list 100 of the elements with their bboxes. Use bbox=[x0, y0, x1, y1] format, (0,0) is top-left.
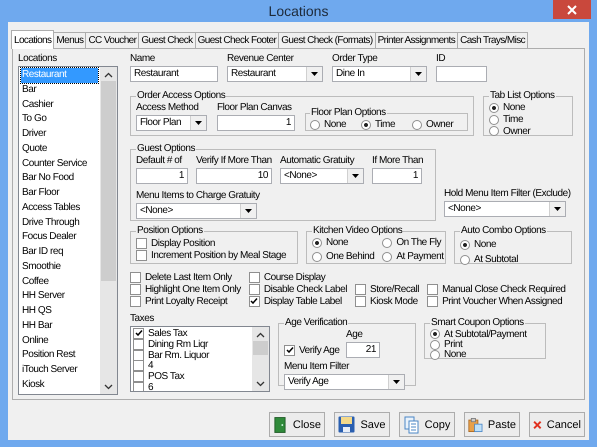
scroll-up-icon[interactable] bbox=[256, 332, 265, 338]
scroll-down-icon[interactable] bbox=[256, 381, 265, 388]
checkbox[interactable] bbox=[133, 328, 144, 339]
checkbox[interactable] bbox=[130, 272, 141, 284]
group-title: Position Options bbox=[136, 225, 204, 237]
checkbox-label: Bar Rm. Liquor bbox=[148, 350, 209, 361]
radio-label: None bbox=[324, 119, 346, 130]
radio-button[interactable] bbox=[489, 114, 499, 125]
close-icon bbox=[567, 4, 577, 14]
revenue-center-dropdown[interactable]: Restaurant bbox=[227, 66, 323, 82]
checkbox[interactable] bbox=[248, 284, 260, 296]
list-item[interactable]: Drive Through bbox=[21, 216, 98, 230]
copy-button[interactable]: Copy bbox=[399, 412, 455, 437]
radio-button[interactable] bbox=[430, 329, 440, 340]
list-item[interactable]: Access Tables bbox=[21, 200, 98, 216]
tab[interactable]: Guest Check (Formats) bbox=[278, 32, 376, 48]
checkbox-label: Delete Last Item Only bbox=[145, 272, 232, 284]
cancel-button[interactable]: Cancel bbox=[529, 412, 585, 437]
radio-button[interactable] bbox=[312, 238, 322, 248]
field-label: Revenue Center bbox=[227, 53, 295, 65]
scrollbar[interactable] bbox=[100, 67, 117, 394]
list-item[interactable]: To Go bbox=[21, 112, 98, 127]
list-item[interactable]: iTouch Server bbox=[21, 363, 98, 378]
order-type-dropdown[interactable]: Dine In bbox=[332, 66, 427, 82]
radio-button[interactable] bbox=[430, 350, 440, 360]
checkbox[interactable] bbox=[130, 284, 141, 296]
menu-items-dropdown[interactable]: <None> bbox=[136, 203, 257, 219]
checkbox-label: Increment Position by Meal Stage bbox=[151, 250, 286, 262]
list-item[interactable]: Bar bbox=[21, 82, 98, 98]
checkbox-label: 6 bbox=[148, 382, 154, 392]
scroll-up-icon[interactable] bbox=[104, 72, 113, 78]
access-method-dropdown[interactable]: Floor Plan bbox=[136, 115, 207, 131]
radio-button[interactable] bbox=[430, 340, 440, 350]
close-button[interactable] bbox=[553, 0, 591, 19]
default-count-field[interactable]: 1 bbox=[136, 168, 188, 184]
checkbox[interactable] bbox=[354, 296, 366, 307]
radio-button[interactable] bbox=[460, 240, 470, 250]
list-item[interactable]: Coffee bbox=[21, 274, 98, 290]
radio-label: On The Fly bbox=[396, 237, 442, 248]
radio-button[interactable] bbox=[460, 254, 470, 264]
tab[interactable]: Locations bbox=[11, 30, 54, 49]
list-item[interactable]: Position Rest bbox=[21, 348, 98, 363]
list-item[interactable]: Focus Dealer bbox=[21, 230, 98, 245]
hold-filter-dropdown[interactable]: <None> bbox=[444, 201, 566, 217]
list-item[interactable]: HH Bar bbox=[21, 318, 98, 334]
id-field[interactable] bbox=[436, 66, 487, 82]
radio-label: Owner bbox=[426, 119, 454, 130]
radio-button[interactable] bbox=[489, 102, 499, 113]
checkbox[interactable] bbox=[133, 360, 144, 372]
checkbox[interactable] bbox=[354, 284, 366, 296]
scroll-down-icon[interactable] bbox=[104, 384, 113, 390]
radio-button[interactable] bbox=[382, 238, 392, 248]
taxes-list[interactable]: Sales Tax Dining Rm Liqr Bar Rm. Liquor 4 POS Tax 6 bbox=[130, 326, 270, 392]
list-item[interactable]: Online bbox=[21, 334, 98, 348]
list-item[interactable]: Bar ID req bbox=[21, 245, 98, 260]
tab[interactable]: Printer Assignments bbox=[374, 32, 458, 48]
radio-button[interactable] bbox=[312, 252, 322, 262]
checkbox[interactable] bbox=[284, 344, 295, 356]
tab[interactable]: Cash Trays/Misc bbox=[457, 32, 528, 48]
checkbox[interactable] bbox=[133, 350, 144, 361]
save-button[interactable]: Save bbox=[334, 412, 390, 437]
list-item[interactable]: Quote bbox=[21, 142, 98, 156]
list-item[interactable]: HH QS bbox=[21, 304, 98, 319]
list-item[interactable]: Smoothie bbox=[21, 260, 98, 274]
checkbox[interactable] bbox=[427, 296, 438, 307]
automatic-gratuity-dropdown[interactable]: <None> bbox=[280, 168, 364, 184]
checkbox[interactable] bbox=[130, 296, 141, 307]
list-item[interactable]: HH Server bbox=[21, 289, 98, 304]
checkbox[interactable] bbox=[133, 338, 144, 350]
checkbox[interactable] bbox=[427, 284, 438, 296]
scrollbar[interactable] bbox=[252, 327, 269, 392]
list-item[interactable]: Bar Floor bbox=[21, 186, 98, 201]
verify-if-more-than-field[interactable]: 10 bbox=[196, 168, 272, 184]
if-more-than-field[interactable]: 1 bbox=[372, 168, 422, 184]
floor-plan-canvas-field[interactable]: 1 bbox=[217, 115, 295, 131]
list-item[interactable]: Driver bbox=[21, 127, 98, 142]
checkbox-label: Sales Tax bbox=[148, 328, 188, 339]
close-button[interactable]: Close bbox=[269, 412, 325, 437]
list-item[interactable]: Counter Service bbox=[21, 156, 98, 172]
checkbox[interactable] bbox=[248, 272, 260, 284]
list-item[interactable]: Kiosk bbox=[21, 378, 98, 392]
list-item[interactable]: Bar No Food bbox=[21, 171, 98, 186]
menu-item-filter-dropdown[interactable]: Verify Age bbox=[284, 374, 405, 390]
field-label: If More Than bbox=[372, 155, 424, 167]
radio-button[interactable] bbox=[382, 252, 392, 262]
paste-button[interactable]: Paste bbox=[464, 412, 520, 437]
name-field[interactable]: Restaurant bbox=[130, 66, 218, 82]
checkbox[interactable] bbox=[248, 296, 260, 307]
locations-list[interactable] bbox=[18, 66, 118, 395]
age-field[interactable]: 21 bbox=[346, 342, 380, 358]
list-item[interactable]: Cashier bbox=[21, 98, 98, 112]
field-label: Menu Item Filter bbox=[284, 361, 350, 374]
radio-button[interactable] bbox=[412, 120, 422, 130]
checkbox[interactable] bbox=[136, 250, 147, 262]
checkbox[interactable] bbox=[136, 238, 147, 249]
radio-button[interactable] bbox=[361, 120, 371, 130]
radio-button[interactable] bbox=[310, 120, 320, 130]
checkbox[interactable] bbox=[133, 371, 144, 382]
radio-button[interactable] bbox=[489, 126, 499, 136]
field-label: Menu Items to Charge Gratuity bbox=[136, 190, 260, 202]
